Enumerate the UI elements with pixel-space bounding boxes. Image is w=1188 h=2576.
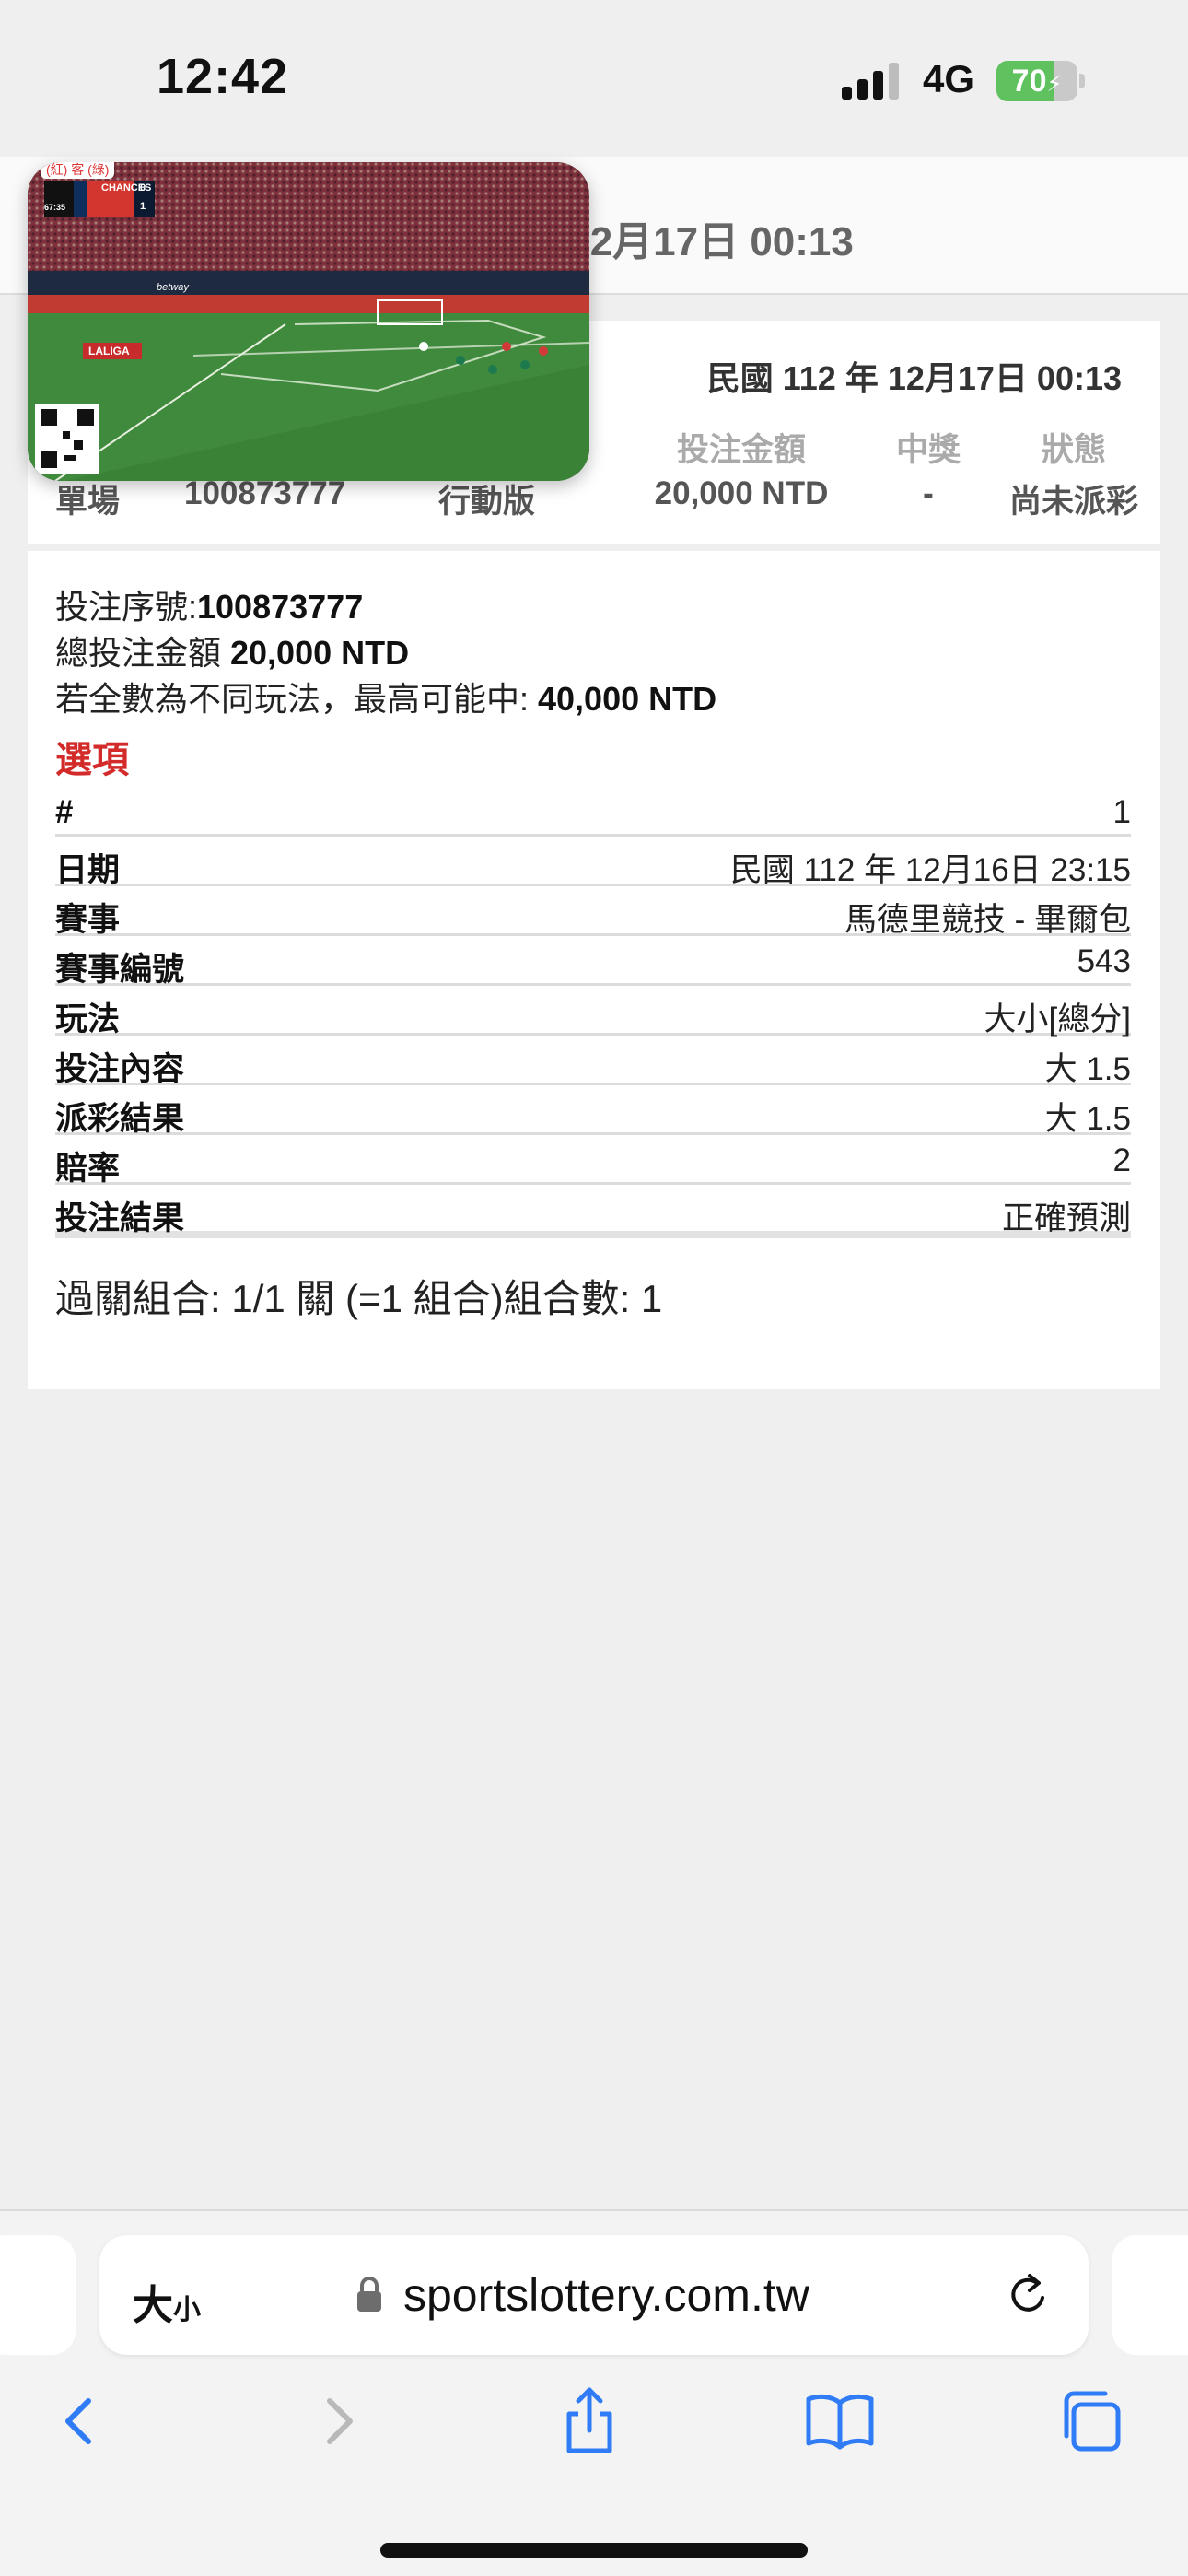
reload-icon[interactable] (1004, 2270, 1054, 2320)
tabs-icon[interactable] (1054, 2383, 1131, 2460)
serial-value: 100873777 (197, 588, 364, 626)
row-value: 大 1.5 (1044, 1101, 1131, 1137)
forward-icon[interactable] (300, 2383, 378, 2460)
row-value: 1 (1112, 794, 1131, 830)
column-prize: 中獎 (895, 432, 961, 468)
pip-video-player[interactable]: (紅) 客 (綠) CHANCES 67:35 0 1 LALIGA betwa… (28, 162, 589, 481)
table-row: 賽事 馬德里競技 - 畢爾包 (55, 886, 1131, 938)
bookmarks-icon[interactable] (801, 2383, 879, 2460)
status-time: 12:42 (157, 49, 289, 104)
table-row: 投注內容 大 1.5 (55, 1036, 1131, 1087)
pip-clock: 67:35 (44, 203, 66, 212)
bet-detail-card: 投注序號:100873777 總投注金額 20,000 NTD 若全數為不同玩法… (28, 551, 1160, 1389)
table-row: # 1 (55, 787, 1131, 837)
table-row: 賽事編號 543 (55, 936, 1131, 988)
network-type: 4G (923, 57, 975, 100)
row-label: 派彩結果 (55, 1101, 185, 1137)
row-value: 543 (1077, 943, 1131, 979)
status-bar: 12:42 4G 70⚡ (0, 0, 1188, 157)
max-win-value: 40,000 NTD (538, 680, 717, 718)
summary-date: 民國 112 年 12月17日 00:13 (706, 359, 1122, 397)
battery-icon: 70⚡ (996, 61, 1085, 101)
row-value: 大 1.5 (1044, 1051, 1131, 1087)
bet-channel: 行動版 (438, 484, 536, 520)
column-amount: 投注金額 (676, 432, 806, 468)
pip-score-away: 1 (140, 201, 146, 212)
row-value: 馬德里競技 - 畢爾包 (844, 902, 1131, 938)
table-row: 日期 民國 112 年 12月16日 23:15 (55, 837, 1131, 888)
pip-league: LALIGA (88, 345, 130, 357)
bolt-icon: ⚡ (1046, 72, 1063, 97)
row-label: 投注內容 (55, 1051, 185, 1087)
row-label: 賽事編號 (55, 952, 185, 988)
pip-score-home: 0 (140, 182, 146, 193)
table-row: 玩法 大小[總分] (55, 986, 1131, 1037)
table-row: 派彩結果 大 1.5 (55, 1085, 1131, 1137)
browser-toolbar: 大小 sportslottery.com.tw (0, 2209, 1188, 2576)
total-line: 總投注金額 20,000 NTD (55, 626, 409, 674)
address-bar[interactable]: 大小 sportslottery.com.tw (99, 2235, 1089, 2355)
row-value: 2 (1112, 1142, 1131, 1178)
serial-label: 投注序號: (55, 588, 198, 626)
row-label: 日期 (55, 852, 121, 888)
row-label: # (55, 794, 74, 830)
row-value: 正確預測 (1001, 1200, 1131, 1236)
lock-icon (357, 2277, 381, 2312)
pip-corner-label: (紅) 客 (綠) (41, 162, 115, 179)
row-label: 玩法 (55, 1001, 121, 1037)
bet-amount: 20,000 NTD (654, 475, 829, 511)
next-tab-preview[interactable] (1112, 2235, 1188, 2355)
total-label: 總投注金額 (55, 634, 231, 672)
row-label: 投注結果 (55, 1200, 185, 1236)
max-win-line: 若全數為不同玩法，最高可能中: 40,000 NTD (55, 673, 716, 720)
table-row: 賠率 2 (55, 1135, 1131, 1187)
total-value: 20,000 NTD (230, 634, 410, 672)
cellular-signal-icon (842, 63, 899, 100)
options-title: 選項 (55, 740, 129, 780)
table-row: 投注結果 正確預測 (55, 1185, 1131, 1238)
column-status: 狀態 (1041, 432, 1106, 468)
home-indicator[interactable] (380, 2543, 808, 2558)
max-win-label: 若全數為不同玩法，最高可能中: (55, 680, 539, 718)
summary-row: 單場 100873777 行動版 20,000 NTD - 尚未派彩 (28, 475, 1160, 521)
bet-status: 尚未派彩 (1008, 484, 1138, 520)
bet-number: 100873777 (184, 475, 346, 511)
row-value: 大小[總分] (984, 1001, 1131, 1037)
options-table: # 1 日期 民國 112 年 12月16日 23:15 賽事 馬德里競技 - … (55, 787, 1131, 1238)
row-label: 賠率 (55, 1151, 121, 1187)
bet-type: 單場 (55, 484, 121, 520)
video-frame-image (28, 162, 589, 481)
previous-tab-preview[interactable] (0, 2235, 76, 2355)
serial-line: 投注序號:100873777 (55, 580, 363, 628)
text-size-button[interactable]: 大小 (133, 2272, 201, 2331)
battery-percent: 70⚡ (1011, 64, 1063, 99)
back-icon[interactable] (41, 2383, 118, 2460)
url-text[interactable]: sportslottery.com.tw (403, 2268, 809, 2322)
row-label: 賽事 (55, 902, 121, 938)
share-icon[interactable] (551, 2383, 628, 2460)
parlay-combination: 過關組合: 1/1 關 (=1 組合)組合數: 1 (55, 1277, 663, 1320)
row-value: 民國 112 年 12月16日 23:15 (729, 852, 1131, 888)
pip-sponsor: betway (157, 282, 189, 293)
bet-prize: - (923, 475, 934, 511)
